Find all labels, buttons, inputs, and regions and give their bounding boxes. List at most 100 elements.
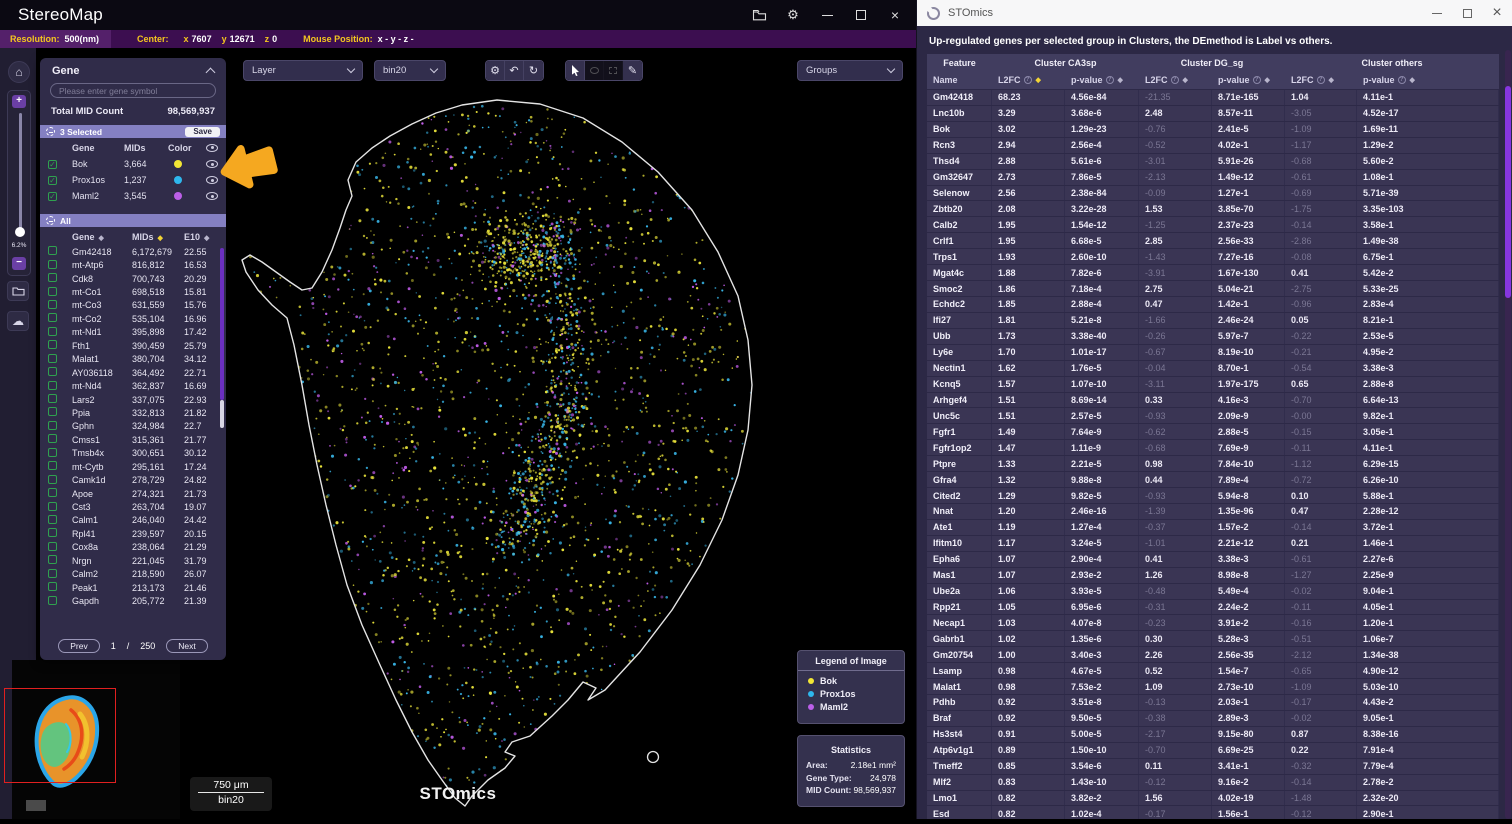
column-header-l2fc[interactable]: L2FC?◆ [992, 75, 1065, 85]
help-question-icon[interactable]: ? [1106, 76, 1114, 84]
sort-diamond-icon[interactable]: ◆ [1329, 76, 1334, 84]
selected-gene-row[interactable]: ✓Bok3,664 [40, 156, 226, 172]
help-question-icon[interactable]: ? [1317, 76, 1325, 84]
table-row[interactable]: Ifi271.815.21e-8-1.662.46e-240.058.21e-1 [927, 313, 1499, 329]
checkbox-icon[interactable] [48, 287, 57, 296]
table-row[interactable]: Cited21.299.82e-5-0.935.94e-80.105.88e-1 [927, 488, 1499, 504]
table-row[interactable]: Atp6v1g10.891.50e-10-0.706.69e-250.227.9… [927, 743, 1499, 759]
column-header-mids[interactable]: MIDs [124, 143, 168, 153]
table-row[interactable]: Gm326472.737.86e-5-2.131.49e-12-0.611.08… [927, 170, 1499, 186]
sort-diamond-icon[interactable]: ◆ [204, 235, 209, 242]
gene-list-row[interactable]: Tmsb4x300,65130.12 [40, 447, 226, 460]
table-row[interactable]: Crlf11.956.68e-52.852.56e-33-2.861.49e-3… [927, 233, 1499, 249]
column-header-pvalue[interactable]: p-value?◆ [1357, 75, 1499, 85]
table-row[interactable]: Selenow2.562.38e-84-0.091.27e-1-0.695.71… [927, 186, 1499, 202]
selected-gene-row[interactable]: ✓Prox1os1,237 [40, 172, 226, 188]
close-button[interactable]: × [1482, 0, 1512, 26]
rect-select-icon[interactable] [604, 61, 623, 80]
gene-list-row[interactable]: Malat1380,70434.12 [40, 353, 226, 366]
table-row[interactable]: Lmo10.823.82e-21.564.02e-19-1.482.32e-20 [927, 791, 1499, 807]
table-row[interactable]: Thsd42.885.61e-6-3.015.91e-26-0.685.60e-… [927, 154, 1499, 170]
table-row[interactable]: Malat10.987.53e-21.092.73e-10-1.095.03e-… [927, 679, 1499, 695]
checkbox-icon[interactable] [48, 502, 57, 511]
sort-diamond-icon-active[interactable]: ◆ [1036, 76, 1041, 84]
gene-color-dot[interactable] [174, 160, 182, 168]
checkbox-icon[interactable] [48, 354, 57, 363]
folder-icon[interactable] [7, 281, 29, 301]
help-question-icon[interactable]: ? [1024, 76, 1032, 84]
checkbox-icon[interactable] [48, 421, 57, 430]
checkbox-checked-icon[interactable]: ✓ [48, 192, 57, 201]
table-scrollbar-thumb[interactable] [1505, 86, 1511, 298]
checkbox-icon[interactable] [48, 260, 57, 269]
checkbox-icon[interactable] [48, 596, 57, 605]
table-row[interactable]: Gm207541.003.40e-32.262.56e-35-2.121.34e… [927, 647, 1499, 663]
groups-dropdown[interactable]: Groups [797, 60, 903, 81]
checkbox-icon[interactable] [48, 300, 57, 309]
redo-icon[interactable]: ↻ [524, 61, 543, 80]
table-row[interactable]: Calb21.951.54e-12-1.252.37e-23-0.143.58e… [927, 217, 1499, 233]
column-header-gene[interactable]: Gene [72, 143, 124, 153]
gene-list-row[interactable]: Cox8a238,06421.29 [40, 541, 226, 554]
table-row[interactable]: Necap11.034.07e-8-0.233.91e-2-0.161.20e-… [927, 615, 1499, 631]
pencil-edit-icon[interactable]: ✎ [623, 61, 642, 80]
column-header-e10[interactable]: E10◆ [184, 232, 224, 242]
cursor-select-icon[interactable] [566, 61, 585, 80]
checkbox-icon[interactable] [48, 273, 57, 282]
table-row[interactable]: Nectin11.621.76e-5-0.048.70e-1-0.543.38e… [927, 361, 1499, 377]
help-question-icon[interactable]: ? [1253, 76, 1261, 84]
table-row[interactable]: Ube2a1.063.93e-5-0.485.49e-4-0.029.04e-1 [927, 584, 1499, 600]
bin-dropdown[interactable]: bin20 [374, 60, 446, 81]
table-row[interactable]: Ptpre1.332.21e-50.987.84e-10-1.126.29e-1… [927, 456, 1499, 472]
table-row[interactable]: Pdhb0.923.51e-8-0.132.03e-1-0.174.43e-2 [927, 695, 1499, 711]
table-row[interactable]: Hs3st40.915.00e-5-2.179.15e-800.878.38e-… [927, 727, 1499, 743]
table-row[interactable]: Arhgef41.518.69e-140.334.16e-3-0.706.64e… [927, 393, 1499, 409]
home-icon[interactable]: ⌂ [8, 61, 30, 83]
checkbox-checked-icon[interactable]: ✓ [48, 176, 57, 185]
column-header-gene[interactable]: Gene◆ [72, 232, 132, 242]
checkbox-icon[interactable] [48, 582, 57, 591]
zoom-in-button[interactable]: + [12, 95, 26, 108]
visibility-eye-icon[interactable] [206, 192, 218, 200]
checkbox-icon[interactable] [48, 569, 57, 578]
help-question-icon[interactable]: ? [1398, 76, 1406, 84]
table-row[interactable]: Esd0.821.02e-4-0.171.56e-1-0.122.90e-1 [927, 806, 1499, 819]
minimap-viewport-rect[interactable] [4, 688, 116, 783]
maximize-button[interactable] [1452, 0, 1482, 26]
gene-list-row[interactable]: Cmss1315,36121.77 [40, 433, 226, 446]
gene-list-row[interactable]: Fth1390,45925.79 [40, 339, 226, 352]
minimize-button[interactable] [1422, 0, 1452, 26]
sort-diamond-icon[interactable]: ◆ [1118, 76, 1123, 84]
column-header-pvalue[interactable]: p-value?◆ [1065, 75, 1139, 85]
gene-list-row[interactable]: Gphn324,98422.7 [40, 420, 226, 433]
table-row[interactable]: Gm4241868.234.56e-84-21.358.71e-1651.044… [927, 90, 1499, 106]
collapse-circle-icon[interactable] [46, 216, 55, 225]
table-row[interactable]: Rpp211.056.95e-6-0.312.24e-2-0.114.05e-1 [927, 600, 1499, 616]
close-button[interactable]: × [886, 6, 904, 24]
gene-list-row[interactable]: Rpl41239,59720.15 [40, 527, 226, 540]
gene-list-scrollbar[interactable] [220, 248, 224, 430]
table-row[interactable]: Gfra41.329.88e-80.447.89e-4-0.726.26e-10 [927, 472, 1499, 488]
lasso-select-icon[interactable] [585, 61, 604, 80]
checkbox-icon[interactable] [48, 246, 57, 255]
gene-list-row[interactable]: Nrgn221,04531.79 [40, 554, 226, 567]
sort-diamond-icon[interactable]: ◆ [99, 235, 104, 242]
gene-list-row[interactable]: Cst3263,70419.07 [40, 500, 226, 513]
settings-gear-icon[interactable]: ⚙ [784, 6, 802, 24]
open-file-icon[interactable] [750, 6, 768, 24]
gene-list-row[interactable]: AY036118364,49222.71 [40, 366, 226, 379]
checkbox-icon[interactable] [48, 515, 57, 524]
sort-diamond-icon[interactable]: ◆ [1183, 76, 1188, 84]
gene-color-dot[interactable] [174, 176, 182, 184]
table-row[interactable]: Gabrb11.021.35e-60.305.28e-3-0.511.06e-7 [927, 631, 1499, 647]
gene-list-row[interactable]: Gapdh205,77221.39 [40, 594, 226, 607]
checkbox-icon[interactable] [48, 313, 57, 322]
checkbox-icon[interactable] [48, 555, 57, 564]
gene-list-row[interactable]: mt-Co3631,55915.76 [40, 299, 226, 312]
checkbox-icon[interactable] [48, 528, 57, 537]
gene-list-row[interactable]: mt-Cytb295,16117.24 [40, 460, 226, 473]
table-row[interactable]: Ate11.191.27e-4-0.371.57e-2-0.143.72e-1 [927, 520, 1499, 536]
gene-list-row[interactable]: Apoe274,32121.73 [40, 487, 226, 500]
table-row[interactable]: Braf0.929.50e-5-0.382.89e-3-0.029.05e-1 [927, 711, 1499, 727]
table-row[interactable]: Unc5c1.512.57e-5-0.932.09e-9-0.009.82e-1 [927, 408, 1499, 424]
